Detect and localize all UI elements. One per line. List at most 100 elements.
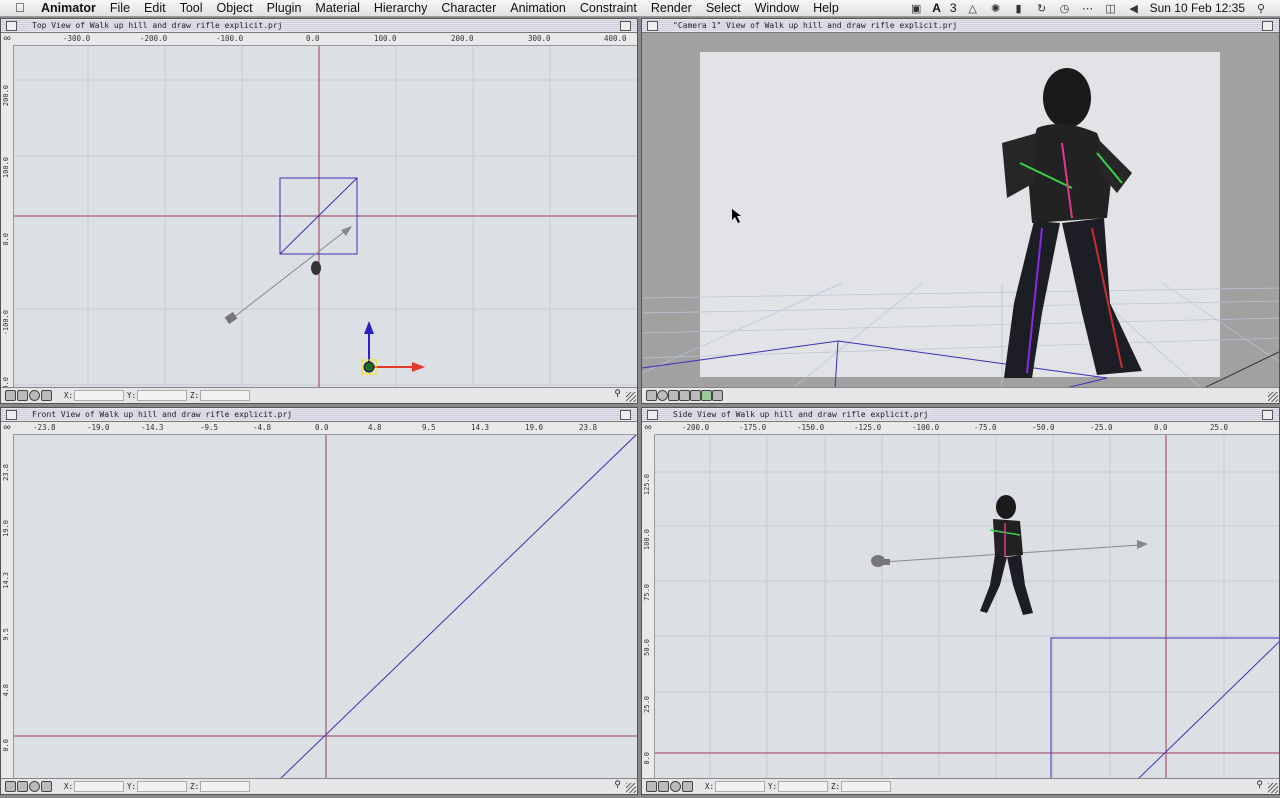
clock[interactable]: Sun 10 Feb 12:35 (1150, 1, 1245, 15)
ruler-tick: -50.0 (1032, 423, 1055, 432)
y-coord-field[interactable] (778, 781, 828, 792)
menu-object[interactable]: Object (217, 1, 253, 15)
z-coord-field[interactable] (841, 781, 891, 792)
app-menu[interactable]: Animator (41, 1, 96, 15)
z-coord-field[interactable] (200, 781, 250, 792)
menu-character[interactable]: Character (441, 1, 496, 15)
render-mode-icon[interactable] (17, 390, 28, 401)
zoom-icon[interactable]: ⚲ (1256, 780, 1263, 790)
zoom-icon[interactable]: ⚲ (614, 780, 621, 790)
adobe-icon[interactable]: A (932, 1, 941, 15)
resize-grip-icon[interactable] (1268, 783, 1278, 793)
bluetooth-icon[interactable]: ◫ (1104, 2, 1118, 15)
side-scene[interactable] (655, 435, 1280, 780)
close-box-icon[interactable] (6, 21, 17, 31)
sphere-icon[interactable] (670, 781, 681, 792)
side-view-window[interactable]: Side View of Walk up hill and draw rifle… (641, 407, 1280, 795)
light-icon[interactable] (701, 390, 712, 401)
close-box-icon[interactable] (6, 410, 17, 420)
zoom-box-icon[interactable] (620, 410, 631, 420)
menu-hierarchy[interactable]: Hierarchy (374, 1, 428, 15)
sphere-icon[interactable] (29, 781, 40, 792)
sphere-icon[interactable] (657, 390, 668, 401)
window-title: Side View of Walk up hill and draw rifle… (670, 409, 932, 420)
view-mode-icon[interactable] (5, 781, 16, 792)
resize-grip-icon[interactable] (1268, 392, 1278, 402)
camera-icon[interactable] (668, 390, 679, 401)
close-box-icon[interactable] (647, 410, 658, 420)
ruler-tick: -100.0 (912, 423, 940, 432)
x-coord-field[interactable] (74, 781, 124, 792)
render-mode-icon[interactable] (658, 781, 669, 792)
window-titlebar[interactable]: Top View of Walk up hill and draw rifle … (1, 19, 637, 33)
ruler-tick: 100.0 (374, 34, 397, 43)
top-view-window[interactable]: Top View of Walk up hill and draw rifle … (0, 18, 638, 404)
drive-icon[interactable]: △ (966, 2, 980, 15)
x-coord-field[interactable] (74, 390, 124, 401)
view-mode-icon[interactable] (646, 390, 657, 401)
resize-grip-icon[interactable] (626, 392, 636, 402)
camera-viewport[interactable] (642, 33, 1280, 389)
front-viewport[interactable] (14, 435, 638, 780)
camera-icon[interactable] (682, 781, 693, 792)
menu-file[interactable]: File (110, 1, 130, 15)
menu-tool[interactable]: Tool (180, 1, 203, 15)
display-icon[interactable]: ▣ (909, 2, 923, 15)
view-mode-icon[interactable] (5, 390, 16, 401)
fit-icon[interactable] (690, 390, 701, 401)
window-titlebar[interactable]: Front View of Walk up hill and draw rifl… (1, 408, 637, 422)
camera-view-window[interactable]: "Camera 1" View of Walk up hill and draw… (641, 18, 1280, 404)
ruler-tick: 100.0 (643, 529, 651, 551)
x-coord-field[interactable] (715, 781, 765, 792)
resize-grip-icon[interactable] (626, 783, 636, 793)
window-title: Top View of Walk up hill and draw rifle … (29, 20, 286, 31)
top-scene[interactable] (14, 46, 638, 389)
ruler-tick: 9.5 (422, 423, 436, 432)
window-titlebar[interactable]: "Camera 1" View of Walk up hill and draw… (642, 19, 1279, 33)
apple-menu-icon[interactable]:  (15, 0, 25, 15)
menu-plugin[interactable]: Plugin (267, 1, 302, 15)
camera-icon[interactable] (41, 390, 52, 401)
menu-animation[interactable]: Animation (510, 1, 566, 15)
menu-material[interactable]: Material (315, 1, 359, 15)
close-box-icon[interactable] (647, 21, 658, 31)
camera-scene[interactable] (642, 33, 1280, 389)
menu-help[interactable]: Help (813, 1, 839, 15)
horizontal-ruler: -300.0 -200.0 -100.0 0.0 100.0 200.0 300… (13, 33, 637, 46)
frame-icon[interactable] (679, 390, 690, 401)
ruler-tick: -100.0 (2, 310, 10, 336)
top-viewport[interactable] (14, 46, 638, 389)
menu-constraint[interactable]: Constraint (580, 1, 637, 15)
ruler-tick: 100.0 (2, 157, 10, 179)
view-mode-icon[interactable] (646, 781, 657, 792)
front-scene[interactable] (14, 435, 638, 780)
y-coord-field[interactable] (137, 781, 187, 792)
front-view-window[interactable]: Front View of Walk up hill and draw rifl… (0, 407, 638, 795)
camera-icon[interactable] (41, 781, 52, 792)
volume-icon[interactable]: ◀ (1127, 2, 1141, 15)
view-statusbar: X: Y: Z: ⚲ (1, 387, 637, 403)
z-coord-field[interactable] (200, 390, 250, 401)
side-viewport[interactable] (655, 435, 1280, 780)
search-icon[interactable]: ⚲ (1254, 2, 1268, 15)
refresh-icon[interactable]: ↻ (1035, 2, 1049, 15)
render-mode-icon[interactable] (17, 781, 28, 792)
menu-select[interactable]: Select (706, 1, 741, 15)
more-icon[interactable]: ⋯ (1081, 2, 1095, 15)
menu-bar:  Animator File Edit Tool Object Plugin … (0, 0, 1280, 17)
sync-icon[interactable]: ✺ (989, 2, 1003, 15)
ruler-tick: -4.8 (253, 423, 272, 432)
sphere-icon[interactable] (29, 390, 40, 401)
zoom-icon[interactable]: ⚲ (614, 389, 621, 399)
battery-icon[interactable]: ▮ (1012, 2, 1026, 15)
menu-render[interactable]: Render (651, 1, 692, 15)
y-coord-field[interactable] (137, 390, 187, 401)
zoom-box-icon[interactable] (1262, 21, 1273, 31)
time-machine-icon[interactable]: ◷ (1058, 2, 1072, 15)
menu-edit[interactable]: Edit (144, 1, 166, 15)
cycle-icon[interactable] (712, 390, 723, 401)
window-titlebar[interactable]: Side View of Walk up hill and draw rifle… (642, 408, 1279, 422)
zoom-box-icon[interactable] (1262, 410, 1273, 420)
menu-window[interactable]: Window (755, 1, 799, 15)
zoom-box-icon[interactable] (620, 21, 631, 31)
